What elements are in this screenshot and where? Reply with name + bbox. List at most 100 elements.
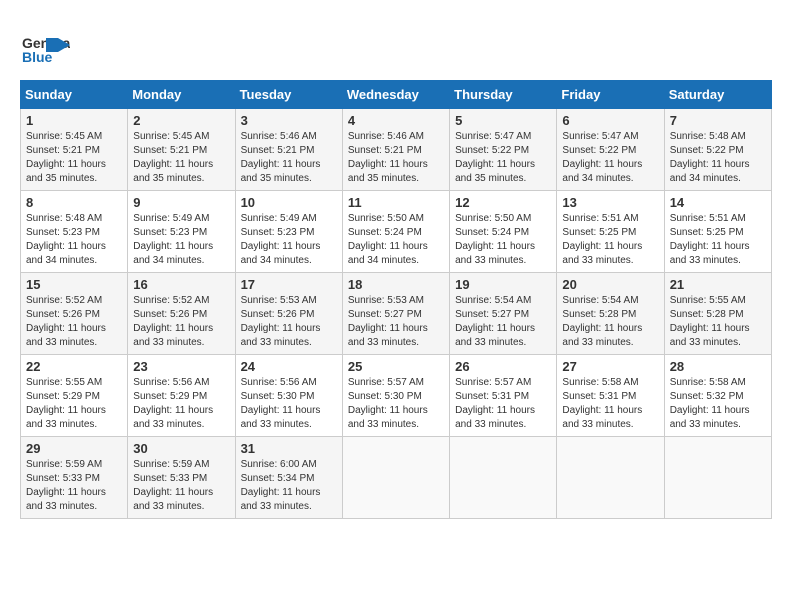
- cell-sun-info: Sunrise: 5:59 AMSunset: 5:33 PMDaylight:…: [133, 458, 229, 514]
- col-header-tuesday: Tuesday: [235, 81, 342, 109]
- cell-sun-info: Sunrise: 5:49 AMSunset: 5:23 PMDaylight:…: [133, 212, 229, 268]
- day-number: 27: [562, 359, 658, 374]
- cell-sun-info: Sunrise: 5:50 AMSunset: 5:24 PMDaylight:…: [455, 212, 551, 268]
- day-number: 25: [348, 359, 444, 374]
- col-header-friday: Friday: [557, 81, 664, 109]
- day-number: 4: [348, 113, 444, 128]
- calendar-week-row: 22 Sunrise: 5:55 AMSunset: 5:29 PMDayligh…: [21, 355, 772, 437]
- cell-sun-info: Sunrise: 5:45 AMSunset: 5:21 PMDaylight:…: [133, 130, 229, 186]
- day-number: 20: [562, 277, 658, 292]
- cell-sun-info: Sunrise: 5:47 AMSunset: 5:22 PMDaylight:…: [562, 130, 658, 186]
- calendar-cell: 15Sunrise: 5:52 AMSunset: 5:26 PMDayligh…: [21, 273, 128, 355]
- day-number: 22: [26, 359, 122, 374]
- calendar-cell: 21 Sunrise: 5:55 AMSunset: 5:28 PMDayligh…: [664, 273, 771, 355]
- cell-sun-info: Sunrise: 5:51 AMSunset: 5:25 PMDaylight:…: [670, 212, 766, 268]
- day-number: 13: [562, 195, 658, 210]
- day-number: 31: [241, 441, 337, 456]
- calendar-cell: 31Sunrise: 6:00 AMSunset: 5:34 PMDayligh…: [235, 437, 342, 519]
- cell-sun-info: Sunrise: 5:59 AMSunset: 5:33 PMDaylight:…: [26, 458, 122, 514]
- calendar-cell: 25 Sunrise: 5:57 AMSunset: 5:30 PMDayligh…: [342, 355, 449, 437]
- day-number: 30: [133, 441, 229, 456]
- cell-sun-info: Sunrise: 5:57 AMSunset: 5:30 PMDaylight:…: [348, 376, 444, 432]
- calendar-cell: 4 Sunrise: 5:46 AMSunset: 5:21 PMDaylight…: [342, 109, 449, 191]
- calendar-cell: 18 Sunrise: 5:53 AMSunset: 5:27 PMDayligh…: [342, 273, 449, 355]
- calendar-week-row: 15 Sunrise: 5:52 AMSunset: 5:26 PMDayligh…: [21, 273, 772, 355]
- calendar-cell: [342, 437, 449, 519]
- day-number: 19: [455, 277, 551, 292]
- day-number: 23: [133, 359, 229, 374]
- calendar-cell: [557, 437, 664, 519]
- cell-sun-info: Sunrise: 5:55 AMSunset: 5:28 PMDaylight:…: [670, 294, 766, 350]
- col-header-wednesday: Wednesday: [342, 81, 449, 109]
- calendar-cell: 11Sunrise: 5:50 AMSunset: 5:24 PMDayligh…: [342, 191, 449, 273]
- calendar-table: SundayMondayTuesdayWednesdayThursdayFrid…: [20, 80, 772, 519]
- calendar-cell: [450, 437, 557, 519]
- day-number: 5: [455, 113, 551, 128]
- logo-icon: General Blue: [20, 20, 70, 70]
- day-number: 2: [133, 113, 229, 128]
- cell-sun-info: Sunrise: 5:52 AMSunset: 5:26 PMDaylight:…: [133, 294, 229, 350]
- cell-sun-info: Sunrise: 5:47 AMSunset: 5:22 PMDaylight:…: [455, 130, 551, 186]
- calendar-cell: 17 Sunrise: 5:53 AMSunset: 5:26 PMDayligh…: [235, 273, 342, 355]
- calendar-cell: 2 Sunrise: 5:45 AMSunset: 5:21 PMDaylight…: [128, 109, 235, 191]
- calendar-cell: 29 Sunrise: 5:59 AMSunset: 5:33 PMDayligh…: [21, 437, 128, 519]
- calendar-cell: 20 Sunrise: 5:54 AMSunset: 5:28 PMDayligh…: [557, 273, 664, 355]
- calendar-header-row: SundayMondayTuesdayWednesdayThursdayFrid…: [21, 81, 772, 109]
- cell-sun-info: Sunrise: 5:53 AMSunset: 5:26 PMDaylight:…: [241, 294, 337, 350]
- day-number: 17: [241, 277, 337, 292]
- day-number: 10: [241, 195, 337, 210]
- day-number: 7: [670, 113, 766, 128]
- cell-sun-info: Sunrise: 5:48 AMSunset: 5:22 PMDaylight:…: [670, 130, 766, 186]
- cell-sun-info: Sunrise: 5:46 AMSunset: 5:21 PMDaylight:…: [348, 130, 444, 186]
- cell-sun-info: Sunrise: 5:58 AMSunset: 5:32 PMDaylight:…: [670, 376, 766, 432]
- cell-sun-info: Sunrise: 5:54 AMSunset: 5:27 PMDaylight:…: [455, 294, 551, 350]
- cell-sun-info: Sunrise: 5:53 AMSunset: 5:27 PMDaylight:…: [348, 294, 444, 350]
- calendar-cell: 27Sunrise: 5:58 AMSunset: 5:31 PMDayligh…: [557, 355, 664, 437]
- cell-sun-info: Sunrise: 5:55 AMSunset: 5:29 PMDaylight:…: [26, 376, 122, 432]
- calendar-cell: 1 Sunrise: 5:45 AMSunset: 5:21 PMDaylight…: [21, 109, 128, 191]
- cell-sun-info: Sunrise: 5:56 AMSunset: 5:30 PMDaylight:…: [241, 376, 337, 432]
- day-number: 3: [241, 113, 337, 128]
- cell-sun-info: Sunrise: 5:48 AMSunset: 5:23 PMDaylight:…: [26, 212, 122, 268]
- calendar-cell: [664, 437, 771, 519]
- calendar-week-row: 29 Sunrise: 5:59 AMSunset: 5:33 PMDayligh…: [21, 437, 772, 519]
- calendar-cell: 7 Sunrise: 5:48 AMSunset: 5:22 PMDaylight…: [664, 109, 771, 191]
- day-number: 29: [26, 441, 122, 456]
- cell-sun-info: Sunrise: 5:54 AMSunset: 5:28 PMDaylight:…: [562, 294, 658, 350]
- day-number: 15: [26, 277, 122, 292]
- calendar-cell: 19 Sunrise: 5:54 AMSunset: 5:27 PMDayligh…: [450, 273, 557, 355]
- day-number: 1: [26, 113, 122, 128]
- calendar-cell: 10 Sunrise: 5:49 AMSunset: 5:23 PMDayligh…: [235, 191, 342, 273]
- day-number: 28: [670, 359, 766, 374]
- col-header-thursday: Thursday: [450, 81, 557, 109]
- calendar-cell: 6 Sunrise: 5:47 AMSunset: 5:22 PMDaylight…: [557, 109, 664, 191]
- cell-sun-info: Sunrise: 5:49 AMSunset: 5:23 PMDaylight:…: [241, 212, 337, 268]
- day-number: 24: [241, 359, 337, 374]
- col-header-sunday: Sunday: [21, 81, 128, 109]
- day-number: 12: [455, 195, 551, 210]
- day-number: 21: [670, 277, 766, 292]
- calendar-cell: 8 Sunrise: 5:48 AMSunset: 5:23 PMDaylight…: [21, 191, 128, 273]
- header: General Blue: [20, 20, 772, 70]
- day-number: 8: [26, 195, 122, 210]
- calendar-cell: 9 Sunrise: 5:49 AMSunset: 5:23 PMDaylight…: [128, 191, 235, 273]
- day-number: 16: [133, 277, 229, 292]
- cell-sun-info: Sunrise: 5:50 AMSunset: 5:24 PMDaylight:…: [348, 212, 444, 268]
- day-number: 9: [133, 195, 229, 210]
- cell-sun-info: Sunrise: 5:45 AMSunset: 5:21 PMDaylight:…: [26, 130, 122, 186]
- day-number: 18: [348, 277, 444, 292]
- calendar-cell: 30 Sunrise: 5:59 AMSunset: 5:33 PMDayligh…: [128, 437, 235, 519]
- calendar-week-row: 8 Sunrise: 5:48 AMSunset: 5:23 PMDaylight…: [21, 191, 772, 273]
- calendar-cell: 28 Sunrise: 5:58 AMSunset: 5:32 PMDayligh…: [664, 355, 771, 437]
- calendar-cell: 16 Sunrise: 5:52 AMSunset: 5:26 PMDayligh…: [128, 273, 235, 355]
- col-header-saturday: Saturday: [664, 81, 771, 109]
- day-number: 26: [455, 359, 551, 374]
- calendar-cell: 12 Sunrise: 5:50 AMSunset: 5:24 PMDayligh…: [450, 191, 557, 273]
- day-number: 6: [562, 113, 658, 128]
- cell-sun-info: Sunrise: 5:57 AMSunset: 5:31 PMDaylight:…: [455, 376, 551, 432]
- calendar-cell: 3Sunrise: 5:46 AMSunset: 5:21 PMDaylight…: [235, 109, 342, 191]
- cell-sun-info: Sunrise: 5:51 AMSunset: 5:25 PMDaylight:…: [562, 212, 658, 268]
- calendar-cell: 22 Sunrise: 5:55 AMSunset: 5:29 PMDayligh…: [21, 355, 128, 437]
- logo: General Blue: [20, 20, 70, 70]
- calendar-week-row: 1 Sunrise: 5:45 AMSunset: 5:21 PMDaylight…: [21, 109, 772, 191]
